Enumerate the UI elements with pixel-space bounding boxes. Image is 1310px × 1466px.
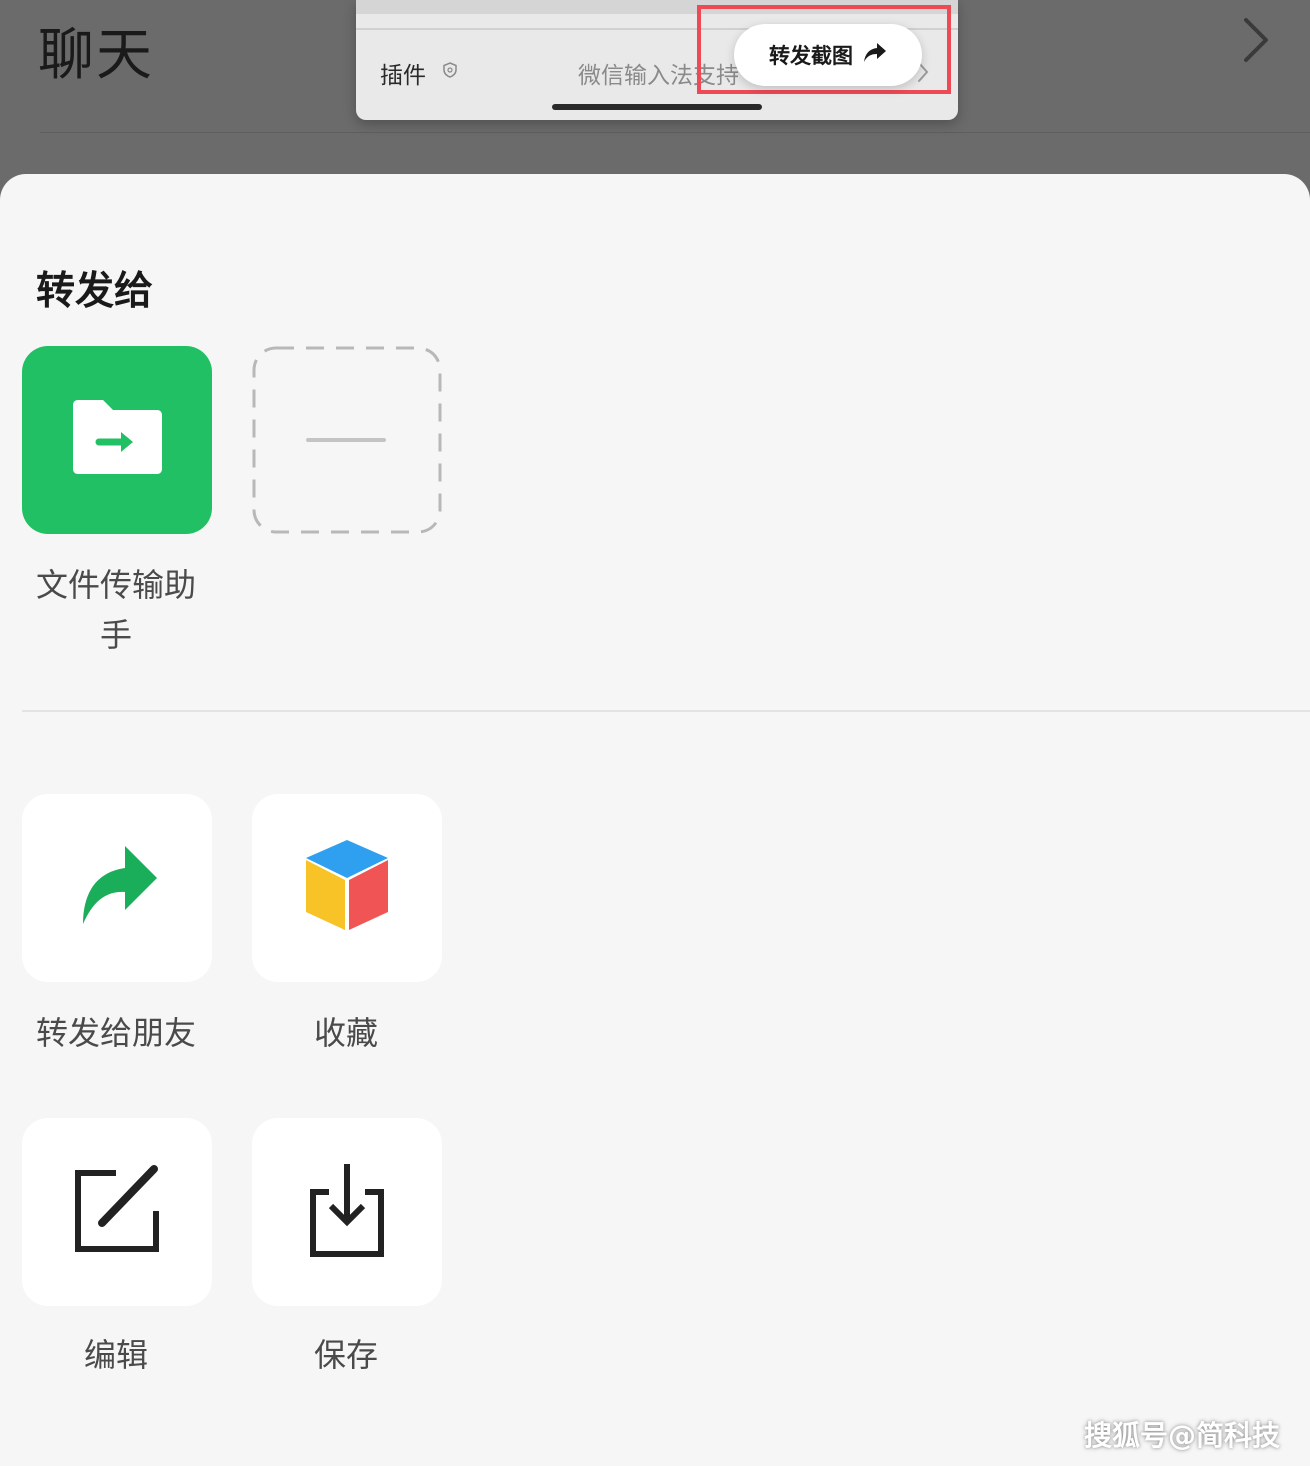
sheet-title: 转发给 xyxy=(36,269,154,314)
shield-icon xyxy=(442,62,458,82)
edit-label: 编辑 xyxy=(83,1336,148,1374)
forward-arrow-icon xyxy=(75,844,159,932)
watermark: 搜狐号@简科技 xyxy=(1083,1419,1280,1452)
share-arrow-icon xyxy=(863,42,887,69)
recipient-file-transfer[interactable] xyxy=(22,346,212,534)
favorites-label: 收藏 xyxy=(313,1014,378,1052)
favorites-button[interactable] xyxy=(252,794,442,982)
save-button[interactable] xyxy=(252,1118,442,1306)
save-label: 保存 xyxy=(313,1336,378,1374)
forward-to-friend-button[interactable] xyxy=(22,794,212,982)
chevron-right-icon xyxy=(1238,16,1272,68)
share-sheet: 转发给 文件传输助手 转发给朋友 收藏 编辑 保存 xyxy=(0,174,1310,1466)
chat-title: 聊天 xyxy=(38,23,154,88)
folder-forward-icon xyxy=(69,399,165,481)
save-download-icon xyxy=(307,1162,387,1262)
edit-button[interactable] xyxy=(22,1118,212,1306)
recipient-file-transfer-label: 文件传输助手 xyxy=(35,566,196,654)
preview-plugin-label: 插件 xyxy=(380,63,426,89)
add-recipient-button[interactable] xyxy=(252,346,442,538)
forward-to-friend-label: 转发给朋友 xyxy=(35,1014,196,1052)
edit-icon xyxy=(72,1165,162,1259)
section-divider xyxy=(22,710,1310,712)
home-indicator xyxy=(552,104,762,110)
background-divider xyxy=(40,132,1310,133)
forward-screenshot-label: 转发截图 xyxy=(769,44,853,68)
favorites-cube-icon xyxy=(302,838,392,938)
forward-screenshot-button[interactable]: 转发截图 xyxy=(734,24,922,86)
